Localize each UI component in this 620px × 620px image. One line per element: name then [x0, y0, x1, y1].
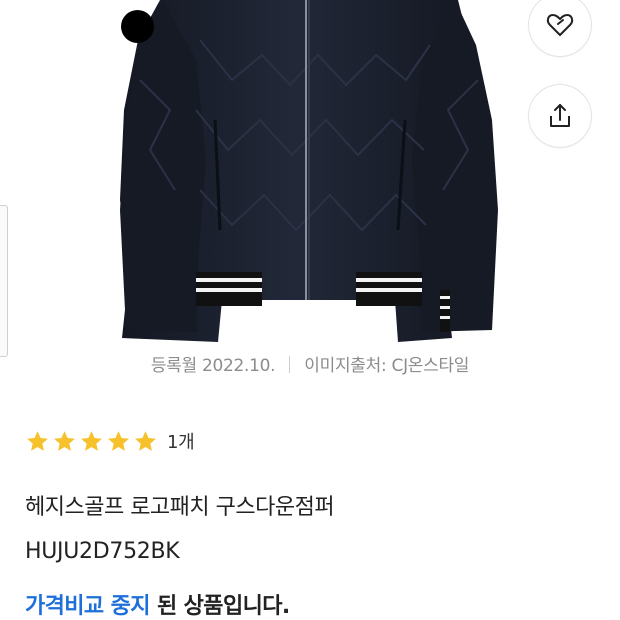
product-image[interactable] — [0, 0, 620, 345]
color-swatch-black[interactable] — [121, 10, 154, 43]
star-icon — [135, 430, 156, 451]
star-icon — [54, 430, 75, 451]
side-drawer-handle[interactable] — [0, 205, 8, 357]
share-upload-icon — [550, 104, 570, 127]
share-button[interactable] — [529, 85, 591, 147]
product-title: 헤지스골프 로고패치 구스다운점퍼 — [25, 495, 335, 520]
rating[interactable]: 1개 — [25, 428, 195, 454]
image-meta: 등록월 2022.10. 이미지출처: CJ온스타일 — [0, 351, 620, 376]
status-highlight: 가격비교 중지 — [25, 594, 151, 619]
register-date: 등록월 2022.10. — [150, 356, 276, 376]
price-compare-status: 가격비교 중지 된 상품입니다. — [25, 588, 290, 620]
review-count[interactable]: 1개 — [167, 428, 195, 454]
jacket-illustration — [120, 0, 498, 342]
meta-divider — [289, 356, 291, 373]
model-code: HUJU2D752BK — [25, 539, 180, 564]
status-text: 된 상품입니다. — [156, 594, 290, 619]
image-source: 이미지출처: CJ온스타일 — [304, 356, 470, 376]
star-icon — [108, 430, 129, 451]
star-icon — [27, 430, 48, 451]
star-icon — [81, 430, 102, 451]
heart-outline-icon — [546, 14, 574, 36]
